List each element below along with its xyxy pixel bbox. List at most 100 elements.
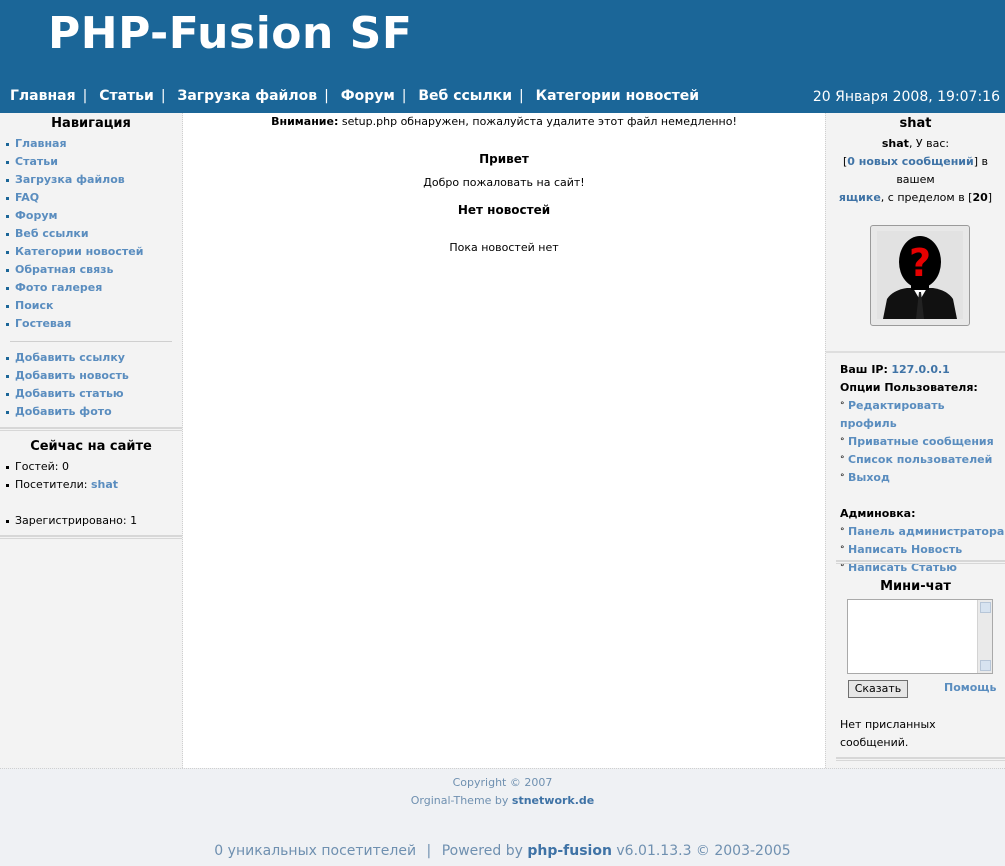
minichat-title: Мини-чат (880, 579, 951, 594)
nav-item: Добавить новость (0, 367, 182, 385)
online-panel-title: Сейчас на сайте (30, 439, 152, 454)
topnav-link-weblinks[interactable]: Веб ссылки (418, 88, 512, 104)
nav-link-add-news[interactable]: Добавить новость (15, 369, 129, 382)
bracket-text: ] (973, 155, 979, 168)
unique-visitors: 0 уникальных посетителей (214, 843, 417, 859)
nav-link-guestbook[interactable]: Гостевая (15, 317, 71, 330)
ip-label: Ваш IP: (840, 363, 888, 376)
write-news-link[interactable]: Написать Новость (848, 543, 962, 556)
nav-link-forum[interactable]: Форум (15, 209, 58, 222)
panel-divider (0, 427, 182, 431)
inbox-link[interactable]: ящике (839, 191, 881, 204)
nav-link-add-article[interactable]: Добавить статью (15, 387, 124, 400)
news-empty-text: Пока новостей нет (449, 241, 559, 254)
nav-link-feedback[interactable]: Обратная связь (15, 263, 114, 276)
nav-link-add-link[interactable]: Добавить ссылку (15, 351, 125, 364)
bullet-icon (6, 232, 9, 236)
bullet-icon (6, 178, 9, 182)
edit-profile-link[interactable]: Редактировать профиль (840, 399, 945, 430)
nav-link-add-photo[interactable]: Добавить фото (15, 405, 112, 418)
panel-divider (826, 351, 1005, 353)
bullet-icon (6, 519, 9, 523)
setup-warning: Внимание: setup.php обнаружен, пожалуйст… (183, 115, 825, 128)
admin-title: Админовка: (840, 507, 916, 520)
messages-info: shat, У вас: [0 новых сообщений] в вашем… (826, 135, 1005, 207)
members-list-link[interactable]: Список пользователей (848, 453, 992, 466)
help-link[interactable]: Помощь (944, 681, 996, 694)
topnav-link-news-categories[interactable]: Категории новостей (536, 88, 699, 104)
bracket-text: ] (987, 191, 993, 204)
message-limit: 20 (972, 191, 988, 204)
copyright-text: Copyright © 2007 (452, 776, 553, 789)
online-registered: Зарегистрировано: 1 (0, 512, 182, 530)
nav-item: Добавить ссылку (0, 349, 182, 367)
scroll-up-icon[interactable] (980, 602, 991, 613)
new-messages-link[interactable]: 0 новых сообщений (847, 155, 973, 168)
minichat-textarea[interactable] (847, 599, 993, 674)
nav-link-faq[interactable]: FAQ (15, 191, 39, 204)
bullet-icon (6, 196, 9, 200)
nav-divider (10, 341, 172, 342)
nav-link-search[interactable]: Поиск (15, 299, 53, 312)
nav-item: Обратная связь (0, 261, 182, 279)
admin-panel-link[interactable]: Панель администратора (848, 525, 1004, 538)
submit-list: Добавить ссылку Добавить новость Добавит… (0, 349, 182, 421)
bullet-icon (6, 250, 9, 254)
logout-link[interactable]: Выход (848, 471, 890, 484)
topnav-link-downloads[interactable]: Загрузка файлов (177, 88, 317, 104)
nav-item: Загрузка файлов (0, 171, 182, 189)
nav-link-articles[interactable]: Статьи (15, 155, 58, 168)
messages-username: shat (881, 137, 909, 150)
minichat-empty-text: Нет присланных сообщений. (840, 718, 936, 749)
site-footer: Copyright © 2007 Orginal-Theme by stnetw… (0, 768, 1005, 866)
footer-separator: | (426, 843, 432, 859)
bullet-icon (6, 304, 9, 308)
header-date: 20 Января 2008, 19:07:16 (812, 89, 1000, 105)
option-item: ° Приватные сообщения (840, 433, 1005, 451)
online-user-link[interactable]: shat (91, 478, 118, 491)
bullet-icon: ° (840, 437, 845, 447)
bullet-icon: ° (840, 401, 845, 411)
option-item: ° Список пользователей (840, 451, 1005, 469)
nav-item: Добавить статью (0, 385, 182, 403)
bullet-icon: ° (840, 527, 845, 537)
bullet-icon: ° (840, 563, 845, 573)
ip-row: Ваш IP: 127.0.0.1 (840, 361, 1005, 379)
topnav-separator: | (160, 88, 166, 104)
user-avatar: ? (870, 225, 970, 326)
messages-text: , с пределом в [ (880, 191, 973, 204)
version-text: v6.01.13.3 © 2003-2005 (616, 843, 791, 859)
navigation-list: Главная Статьи Загрузка файлов FAQ Форум… (0, 135, 182, 333)
option-item: ° Выход (840, 469, 1005, 487)
topnav-separator: | (519, 88, 524, 104)
theme-author-link[interactable]: stnetwork.de (512, 794, 594, 807)
bullet-icon (6, 322, 9, 326)
welcome-title: Привет (479, 152, 529, 166)
topnav-separator: | (401, 88, 407, 104)
powered-by-line: 0 уникальных посетителей | Powered by ph… (0, 843, 1005, 859)
news-title: Нет новостей (457, 203, 551, 217)
nav-link-downloads[interactable]: Загрузка файлов (15, 173, 125, 186)
guests-count: Гостей: 0 (15, 460, 70, 473)
nav-link-weblinks[interactable]: Веб ссылки (15, 227, 89, 240)
scroll-down-icon[interactable] (980, 660, 991, 671)
unknown-user-icon: ? (877, 231, 963, 319)
welcome-text: Добро пожаловать на сайт! (423, 176, 585, 189)
topnav-link-articles[interactable]: Статьи (99, 88, 154, 104)
topnav-link-forum[interactable]: Форум (341, 88, 395, 104)
bullet-icon (6, 410, 9, 414)
ip-value: 127.0.0.1 (891, 363, 950, 376)
nav-link-photo-gallery[interactable]: Фото галерея (15, 281, 102, 294)
site-title: PHP-Fusion SF (48, 8, 413, 59)
nav-item: Добавить фото (0, 403, 182, 421)
say-button[interactable]: Сказать (848, 680, 908, 698)
topnav-link-home[interactable]: Главная (10, 88, 76, 104)
main-content: Внимание: setup.php обнаружен, пожалуйст… (183, 113, 825, 768)
scrollbar[interactable] (977, 600, 992, 673)
nav-link-news-categories[interactable]: Категории новостей (15, 245, 143, 258)
nav-link-home[interactable]: Главная (15, 137, 67, 150)
php-fusion-link[interactable]: php-fusion (527, 843, 612, 859)
private-messages-link[interactable]: Приватные сообщения (848, 435, 994, 448)
nav-item: Фото галерея (0, 279, 182, 297)
